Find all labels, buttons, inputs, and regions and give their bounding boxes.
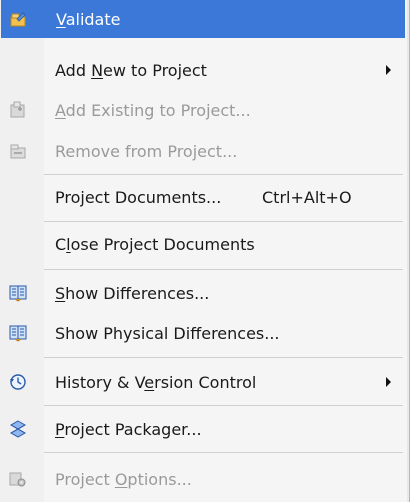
menu-item-project-options[interactable]: Project Options... — [0, 459, 405, 499]
menu-item-label: Add Existing to Project... — [55, 100, 251, 120]
menu-item-label: Project Options... — [55, 469, 192, 489]
menu-item-show-differences[interactable]: Show Differences... — [0, 273, 405, 313]
menu-item-remove-from-project[interactable]: Remove from Project... — [0, 132, 405, 170]
menu-item-add-new-to-project[interactable]: Add New to Project — [0, 51, 405, 89]
options-icon — [9, 470, 27, 488]
menu-separator — [44, 269, 403, 270]
menu-item-project-packager[interactable]: Project Packager... — [0, 409, 405, 449]
menu-item-shortcut: Ctrl+Alt+O — [262, 187, 352, 207]
menu-item-label: Show Physical Differences... — [55, 323, 280, 343]
menu-separator — [44, 221, 403, 222]
add-existing-icon — [9, 101, 27, 119]
menu-item-label: Project Documents... — [55, 187, 222, 207]
menu-right-border — [407, 0, 409, 502]
show-physical-differences-icon — [9, 324, 27, 342]
menu-item-label: Close Project Documents — [55, 234, 255, 254]
menu-item-label: Show Differences... — [55, 283, 210, 303]
menu-item-label: Project Packager... — [55, 419, 202, 439]
menu-item-label: Validate — [56, 9, 121, 29]
submenu-arrow-icon — [386, 65, 391, 75]
show-differences-icon — [9, 284, 27, 302]
menu-item-add-existing-to-project[interactable]: Add Existing to Project... — [0, 91, 405, 129]
context-menu: Validate Add New to Project Add Existing… — [0, 0, 410, 502]
menu-item-show-physical-differences[interactable]: Show Physical Differences... — [0, 313, 405, 353]
validate-icon — [10, 10, 28, 28]
menu-item-close-project-documents[interactable]: Close Project Documents — [0, 225, 405, 263]
menu-separator — [44, 405, 403, 406]
menu-item-label: Add New to Project — [55, 60, 207, 80]
packager-icon — [9, 420, 27, 438]
menu-item-project-documents[interactable]: Project Documents... Ctrl+Alt+O — [0, 178, 405, 216]
history-icon — [9, 373, 27, 391]
menu-item-history-version-control[interactable]: History & Version Control — [0, 362, 405, 402]
menu-separator — [44, 452, 403, 453]
remove-icon — [9, 142, 27, 160]
menu-item-label: History & Version Control — [55, 372, 257, 392]
menu-separator — [44, 357, 403, 358]
submenu-arrow-icon — [386, 377, 391, 387]
menu-item-validate[interactable]: Validate — [1, 0, 405, 38]
menu-separator — [44, 174, 403, 175]
menu-item-label: Remove from Project... — [55, 141, 238, 161]
